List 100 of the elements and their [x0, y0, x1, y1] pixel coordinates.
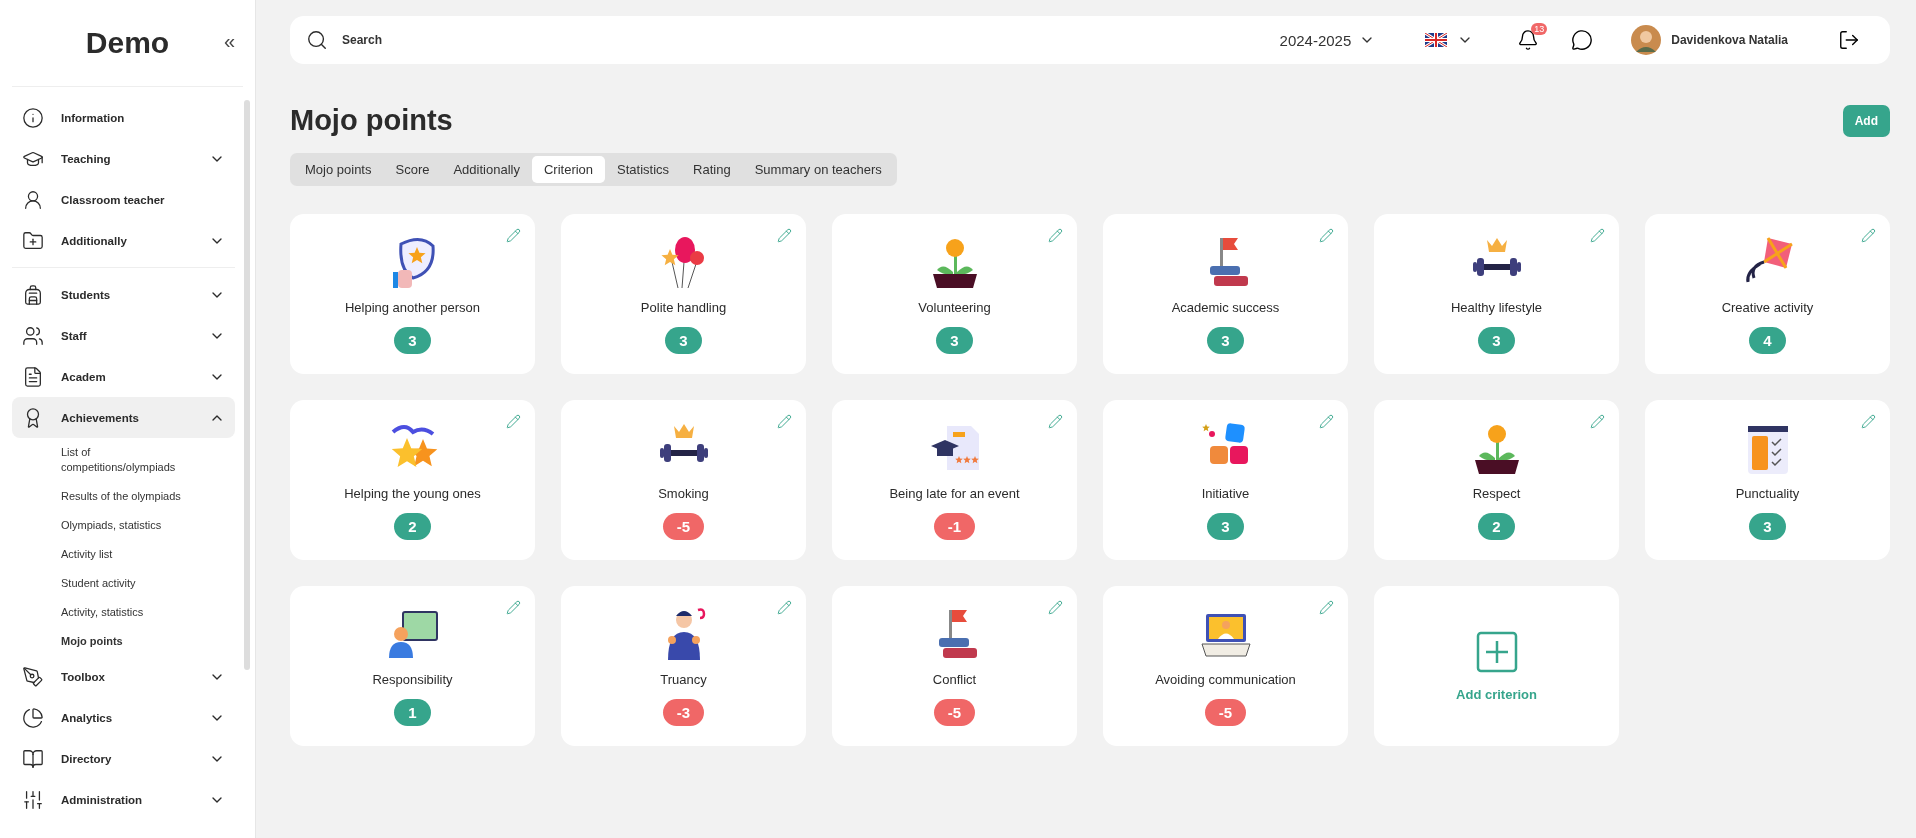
messages-button[interactable] [1571, 29, 1594, 51]
year-dropdown[interactable]: 2024-2025 [1273, 30, 1382, 50]
sidebar-item-label: Directory [61, 752, 113, 765]
criterion-name: Healthy lifestyle [1450, 300, 1542, 315]
submenu-item[interactable]: Olympiads, statistics [12, 511, 235, 540]
sidebar-item[interactable]: Information [12, 97, 235, 138]
menu-item-icon [22, 106, 44, 129]
edit-button[interactable] [777, 600, 792, 615]
sidebar-item[interactable]: Classroom teacher [12, 179, 235, 220]
sidebar-item[interactable]: Teaching [12, 138, 235, 179]
points-pill: -5 [1204, 699, 1247, 726]
points-pill: 3 [936, 327, 973, 354]
tab[interactable]: Rating [681, 156, 743, 183]
avatar [1631, 25, 1662, 55]
points-pill: 3 [1749, 513, 1786, 540]
criterion-name: Conflict [932, 672, 977, 687]
sidebar-item[interactable]: Directory [12, 738, 235, 779]
tab[interactable]: Statistics [605, 156, 682, 183]
sidebar-item-label: Toolbox [61, 670, 106, 683]
plus-box-icon [1475, 630, 1518, 673]
sidebar-item-label: Information [61, 111, 126, 124]
edit-button[interactable] [1048, 228, 1063, 243]
points-pill: 3 [394, 327, 431, 354]
menu-item-icon [22, 365, 44, 388]
page-title: Mojo points [290, 104, 453, 137]
criterion-name: Creative activity [1721, 300, 1814, 315]
edit-button[interactable] [777, 414, 792, 429]
menu-item-icon [22, 188, 44, 211]
criterion-name: Respect [1472, 486, 1521, 501]
criterion-name: Polite handling [640, 300, 727, 315]
sidebar-item-label: Academ [61, 370, 107, 383]
criterion-name: Smoking [658, 486, 709, 501]
edit-button[interactable] [1048, 414, 1063, 429]
menu-item-icon [22, 706, 44, 729]
menu-item-icon [22, 788, 44, 811]
tab[interactable]: Additionally [441, 156, 532, 183]
criterion-name: Being late for an event [889, 486, 1020, 501]
submenu-item[interactable]: Activity, statistics [12, 598, 235, 627]
edit-button[interactable] [1861, 414, 1876, 429]
edit-button[interactable] [1048, 600, 1063, 615]
points-pill: 3 [1207, 513, 1244, 540]
edit-button[interactable] [1319, 228, 1334, 243]
sidebar-item-label: Additionally [61, 234, 128, 247]
points-pill: -5 [933, 699, 976, 726]
points-pill: 3 [665, 327, 702, 354]
menu-item-icon [22, 324, 44, 347]
menu-item-icon [22, 229, 44, 252]
criterion-name: Truancy [660, 672, 707, 687]
points-pill: -3 [662, 699, 705, 726]
sidebar-item-label: Administration [61, 793, 144, 806]
tab[interactable]: Criterion [531, 156, 606, 183]
sidebar-item-label: Staff [61, 329, 88, 342]
sidebar-item[interactable]: Students [12, 274, 235, 315]
points-pill: -5 [662, 513, 705, 540]
criterion-name: Avoiding communication [1155, 672, 1296, 687]
points-pill: 3 [1478, 327, 1515, 354]
points-pill: 2 [394, 513, 431, 540]
edit-button[interactable] [1319, 600, 1334, 615]
criterion-name: Initiative [1201, 486, 1250, 501]
edit-button[interactable] [506, 228, 521, 243]
criterion-name: Helping another person [344, 300, 481, 315]
tab[interactable]: Summary on teachers [742, 156, 894, 183]
edit-button[interactable] [1861, 228, 1876, 243]
edit-button[interactable] [1319, 414, 1334, 429]
sidebar-item[interactable]: Staff [12, 315, 235, 356]
edit-button[interactable] [1590, 414, 1605, 429]
flag-icon [1425, 33, 1448, 47]
criterion-name: Helping the young ones [344, 486, 481, 501]
submenu-item[interactable]: Student activity [12, 569, 235, 598]
sidebar-item[interactable]: Analytics [12, 697, 235, 738]
sidebar-item[interactable]: Academ [12, 356, 235, 397]
search-field[interactable]: Search [340, 32, 644, 48]
submenu-item[interactable]: Results of the olympiads [12, 482, 235, 511]
sidebar-item[interactable]: Administration [12, 779, 235, 820]
collapse-button[interactable]: « [219, 30, 239, 53]
notification-count: 13 [1531, 23, 1548, 35]
edit-button[interactable] [506, 600, 521, 615]
points-pill: 1 [394, 699, 431, 726]
sidebar-item-label: Analytics [61, 711, 114, 724]
sidebar-item[interactable]: Additionally [12, 220, 235, 261]
user-menu[interactable]: Davidenkova Natalia [1625, 24, 1794, 56]
tab[interactable]: Mojo points [293, 156, 384, 183]
criterion-name: Volunteering [918, 300, 991, 315]
logout-button[interactable] [1838, 29, 1860, 51]
submenu-item[interactable]: List of competitions/olympiads [12, 438, 235, 482]
criterion-name: Responsibility [372, 672, 453, 687]
menu-item-icon [22, 283, 44, 306]
sidebar-item[interactable]: Toolbox [12, 656, 235, 697]
edit-button[interactable] [1590, 228, 1605, 243]
sidebar-item[interactable]: Achievements [12, 397, 235, 438]
tab[interactable]: Score [383, 156, 442, 183]
sidebar-item-label: Classroom teacher [61, 193, 166, 206]
logo: Demo [85, 26, 170, 60]
edit-button[interactable] [777, 228, 792, 243]
points-pill: 2 [1478, 513, 1515, 540]
points-pill: 3 [1207, 327, 1244, 354]
submenu-item[interactable]: Mojo points [12, 627, 235, 656]
edit-button[interactable] [506, 414, 521, 429]
points-pill: -1 [933, 513, 976, 540]
submenu-item[interactable]: Activity list [12, 540, 235, 569]
